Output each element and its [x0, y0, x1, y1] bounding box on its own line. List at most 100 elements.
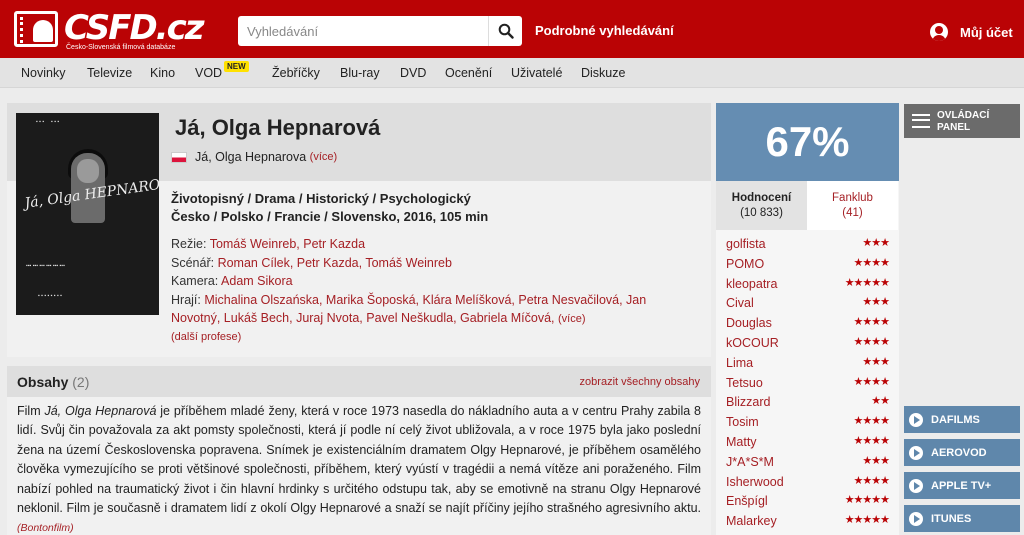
- user-name[interactable]: Isherwood: [726, 475, 784, 489]
- film-strip-icon: [14, 11, 58, 47]
- poland-flag-icon: [171, 151, 187, 163]
- search-button[interactable]: [488, 16, 522, 46]
- user-rating-row: kleopatra ★★★★★: [716, 274, 899, 294]
- star-rating-icon: ★★★★: [853, 335, 890, 348]
- vod-appletv-button[interactable]: APPLE TV+: [904, 472, 1020, 499]
- user-rating-row: Isherwood ★★★★: [716, 472, 899, 492]
- more-titles-link[interactable]: (více): [310, 151, 338, 163]
- user-rating-row: Lima ★★★: [716, 353, 899, 373]
- nav-televize[interactable]: Televize: [87, 66, 132, 80]
- star-rating-icon: ★★: [871, 395, 890, 408]
- user-name[interactable]: Tetsuo: [726, 376, 763, 390]
- menu-icon: [912, 114, 930, 128]
- plot-intro: Film: [17, 404, 45, 418]
- plot-source-link[interactable]: (Bontonfilm): [17, 522, 74, 534]
- advanced-search-link[interactable]: Podrobné vyhledávání: [535, 23, 674, 38]
- user-name[interactable]: Douglas: [726, 316, 772, 330]
- vod-label: DAFILMS: [931, 413, 980, 426]
- user-name[interactable]: Blizzard: [726, 395, 770, 409]
- plot-count: (2): [72, 374, 90, 390]
- film-title: Já, Olga Hepnarová: [175, 115, 381, 140]
- logo-tagline: Česko-Slovenská filmová databáze: [66, 44, 176, 51]
- nav-uzivatele[interactable]: Uživatelé: [511, 66, 562, 80]
- cast-row: Hrají: Michalina Olszańska, Marika Šopos…: [171, 293, 646, 307]
- user-name[interactable]: kOCOUR: [726, 336, 779, 350]
- user-name[interactable]: kleopatra: [726, 277, 777, 291]
- vod-dafilms-button[interactable]: DAFILMS: [904, 406, 1020, 433]
- star-rating-icon: ★★★★★: [844, 494, 890, 507]
- vod-aerovod-button[interactable]: AEROVOD: [904, 439, 1020, 466]
- film-poster[interactable]: ▪ ▪ ▪ ▪ ▪ ▪ Já, Olga HEPNAROVÁ ▪▪▪ ▪▪▪ ▪…: [16, 113, 159, 315]
- nav-novinky[interactable]: Novinky: [21, 66, 65, 80]
- show-all-plots-link[interactable]: zobrazit všechny obsahy: [580, 376, 700, 388]
- star-rating-icon: ★★★★★: [844, 276, 890, 289]
- control-panel-line2: PANEL: [937, 122, 971, 133]
- director-names[interactable]: Tomáš Weinreb, Petr Kazda: [210, 237, 365, 251]
- nav-kino[interactable]: Kino: [150, 66, 175, 80]
- tab-fanclub-label: Fanklub: [832, 192, 873, 204]
- tab-ratings-count: (10 833): [740, 207, 783, 219]
- user-name[interactable]: Lima: [726, 356, 753, 370]
- account-menu[interactable]: Můj účet: [930, 23, 1013, 41]
- star-rating-icon: ★★★★: [853, 316, 890, 329]
- user-rating-row: Tetsuo ★★★★: [716, 373, 899, 393]
- vod-label: ITUNES: [931, 512, 972, 525]
- film-card: ▪ ▪ ▪ ▪ ▪ ▪ Já, Olga HEPNAROVÁ ▪▪▪ ▪▪▪ ▪…: [7, 103, 711, 357]
- user-rating-row: Malarkey ★★★★★: [716, 511, 899, 531]
- user-name[interactable]: Malarkey: [726, 514, 777, 528]
- star-rating-icon: ★★★★: [853, 434, 890, 447]
- play-icon: [909, 511, 923, 526]
- user-name[interactable]: golfista: [726, 237, 766, 251]
- user-rating-row: Matty ★★★★: [716, 432, 899, 452]
- star-rating-icon: ★★★: [862, 237, 890, 249]
- user-rating-row: POMO ★★★★: [716, 254, 899, 274]
- camera-names[interactable]: Adam Sikora: [221, 274, 293, 288]
- cast-names-line2[interactable]: Novotný, Lukáš Bech, Juraj Nvota, Pavel …: [171, 311, 555, 325]
- user-icon: [930, 23, 948, 41]
- star-rating-icon: ★★★★★: [844, 514, 890, 527]
- control-panel-line1: OVLÁDACÍ: [937, 110, 990, 121]
- user-rating-row: golfista ★★★: [716, 234, 899, 254]
- writer-names[interactable]: Roman Cílek, Petr Kazda, Tomáš Weinreb: [218, 256, 452, 270]
- more-professions-link[interactable]: (další profese): [171, 331, 241, 343]
- camera-label: Kamera:: [171, 274, 219, 288]
- tab-fanclub[interactable]: Fanklub (41): [807, 181, 898, 230]
- play-icon: [909, 412, 923, 427]
- control-panel-button[interactable]: OVLÁDACÍ PANEL: [904, 104, 1020, 138]
- user-rating-row: Blizzard ★★: [716, 392, 899, 412]
- star-rating-icon: ★★★★: [853, 474, 890, 487]
- cast-names-line1[interactable]: Michalina Olszańska, Marika Šoposká, Klá…: [204, 293, 646, 307]
- star-rating-icon: ★★★: [862, 454, 890, 467]
- csfd-logo[interactable]: CSFD.cz Česko-Slovenská filmová databáze: [14, 8, 205, 52]
- user-rating-row: Cival ★★★: [716, 293, 899, 313]
- user-name[interactable]: Cival: [726, 296, 754, 310]
- star-rating-icon: ★★★★: [853, 256, 890, 269]
- play-icon: [909, 445, 923, 460]
- user-rating-row: J*A*S*M ★★★: [716, 452, 899, 472]
- tab-ratings[interactable]: Hodnocení (10 833): [716, 181, 807, 230]
- nav-zebricky[interactable]: Žebříčky: [272, 66, 320, 80]
- plot-heading-label: Obsahy: [17, 374, 69, 390]
- search-input[interactable]: [238, 16, 486, 46]
- nav-dvd[interactable]: DVD: [400, 66, 426, 80]
- original-title: Já, Olga Hepnarova: [195, 150, 307, 164]
- nav-oceneni[interactable]: Ocenění: [445, 66, 492, 80]
- nav-diskuze[interactable]: Diskuze: [581, 66, 625, 80]
- user-name[interactable]: POMO: [726, 257, 764, 271]
- star-rating-icon: ★★★★: [853, 375, 890, 388]
- more-cast-link[interactable]: (více): [558, 313, 586, 325]
- user-rating-row: kOCOUR ★★★★: [716, 333, 899, 353]
- user-name[interactable]: Tosim: [726, 415, 759, 429]
- user-name[interactable]: J*A*S*M: [726, 455, 774, 469]
- user-name[interactable]: Enšpígl: [726, 494, 768, 508]
- nav-vod[interactable]: VOD: [195, 66, 222, 80]
- original-title-row: Já, Olga Hepnarova (více): [171, 150, 337, 164]
- director-label: Režie:: [171, 237, 207, 251]
- nav-bluray[interactable]: Blu-ray: [340, 66, 380, 80]
- user-name[interactable]: Matty: [726, 435, 757, 449]
- vod-itunes-button[interactable]: ITUNES: [904, 505, 1020, 532]
- star-rating-icon: ★★★: [862, 296, 890, 309]
- account-label: Můj účet: [960, 24, 1013, 40]
- camera-row: Kamera: Adam Sikora: [171, 274, 293, 288]
- director-row: Režie: Tomáš Weinreb, Petr Kazda: [171, 237, 365, 251]
